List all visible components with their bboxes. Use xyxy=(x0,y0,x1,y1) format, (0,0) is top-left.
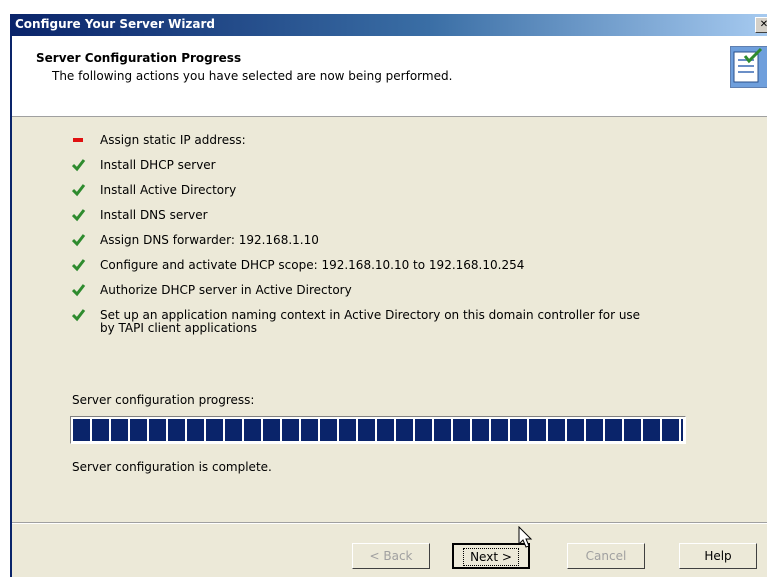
task-item: Configure and activate DHCP scope: 192.1… xyxy=(72,258,762,283)
task-item: Install Active Directory xyxy=(72,183,762,208)
task-label: Install DNS server xyxy=(100,208,208,222)
task-item: Authorize DHCP server in Active Director… xyxy=(72,283,762,308)
green-check-icon xyxy=(72,234,86,247)
task-label: Set up an application naming context in … xyxy=(100,309,700,335)
task-label-line1: Set up an application naming context in … xyxy=(100,308,641,322)
help-button[interactable]: Help xyxy=(679,543,757,569)
back-button[interactable]: < Back xyxy=(352,543,430,569)
task-label: Configure and activate DHCP scope: 192.1… xyxy=(100,258,525,272)
wizard-header: Server Configuration Progress The follow… xyxy=(12,36,767,117)
green-check-icon xyxy=(72,259,86,272)
button-separator xyxy=(12,522,767,524)
task-list: Assign static IP address: Install DHCP s… xyxy=(72,133,762,342)
task-label: Assign static IP address: xyxy=(100,133,246,147)
red-dash-icon xyxy=(73,138,83,142)
progress-label: Server configuration progress: xyxy=(72,393,255,407)
task-item: Install DNS server xyxy=(72,208,762,233)
wizard-body: Assign static IP address: Install DHCP s… xyxy=(12,117,767,517)
title-bar[interactable]: Configure Your Server Wizard ✕ xyxy=(12,14,767,36)
green-check-icon xyxy=(72,284,86,297)
page-subtitle: The following actions you have selected … xyxy=(52,69,453,83)
green-check-icon xyxy=(72,309,86,322)
window-title: Configure Your Server Wizard xyxy=(15,17,216,31)
task-item: Set up an application naming context in … xyxy=(72,308,762,342)
progress-fill xyxy=(73,419,683,441)
mouse-cursor-icon xyxy=(518,526,533,548)
task-label: Authorize DHCP server in Active Director… xyxy=(100,283,352,297)
task-item: Assign static IP address: xyxy=(72,133,762,158)
green-check-icon xyxy=(72,159,86,172)
close-icon[interactable]: ✕ xyxy=(755,17,767,33)
wizard-window: Configure Your Server Wizard ✕ Server Co… xyxy=(10,14,767,577)
task-label: Install Active Directory xyxy=(100,183,237,197)
green-check-icon xyxy=(72,209,86,222)
next-button-label: Next > xyxy=(463,548,519,566)
wizard-checklist-icon xyxy=(730,46,767,88)
task-label: Assign DNS forwarder: 192.168.1.10 xyxy=(100,233,319,247)
status-text: Server configuration is complete. xyxy=(72,460,272,474)
page-title: Server Configuration Progress xyxy=(36,51,242,65)
task-item: Assign DNS forwarder: 192.168.1.10 xyxy=(72,233,762,258)
progress-track xyxy=(73,419,683,441)
progress-bar xyxy=(70,416,686,444)
task-label-line2: by TAPI client applications xyxy=(100,321,257,335)
task-item: Install DHCP server xyxy=(72,158,762,183)
task-label: Install DHCP server xyxy=(100,158,216,172)
cancel-button[interactable]: Cancel xyxy=(567,543,645,569)
green-check-icon xyxy=(72,184,86,197)
